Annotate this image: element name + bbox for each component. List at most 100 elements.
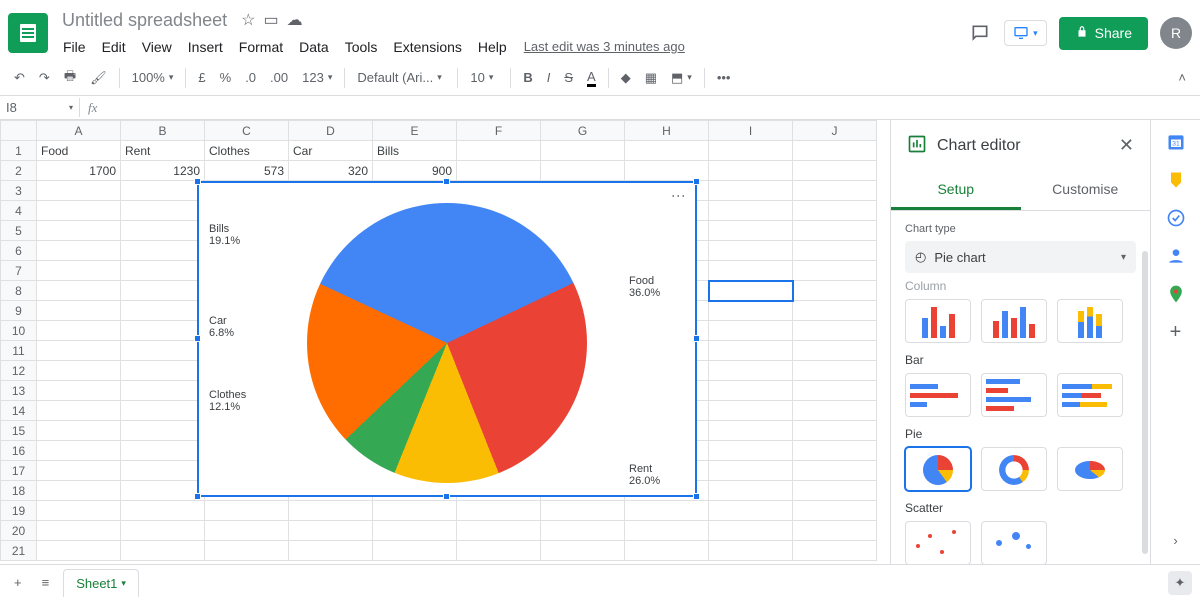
borders-button[interactable]: ▦ [639,66,663,90]
scrollbar[interactable] [1142,251,1148,554]
contacts-icon[interactable] [1166,246,1186,266]
text-color-button[interactable]: A [581,65,602,91]
tab-setup[interactable]: Setup [891,171,1021,210]
star-icon[interactable]: ☆ [241,10,255,30]
menu-file[interactable]: File [56,35,93,59]
redo-button[interactable]: ↷ [33,66,56,90]
sidebar-tabs: Setup Customise [891,171,1150,211]
doc-title[interactable]: Untitled spreadsheet [56,8,233,33]
pie-label-bills: Bills19.1% [209,223,240,247]
thumb-column-3[interactable] [1057,299,1123,343]
share-button[interactable]: Share [1059,17,1148,50]
bold-button[interactable]: B [517,66,538,89]
sheets-logo[interactable] [8,13,48,53]
thumb-scatter-1[interactable] [905,521,971,564]
add-icon[interactable]: + [1166,322,1186,342]
separator [704,68,705,88]
zoom-select[interactable]: 100% [126,66,180,89]
menu-insert[interactable]: Insert [181,35,230,59]
undo-button[interactable]: ↶ [8,66,31,90]
menu-extensions[interactable]: Extensions [386,35,468,59]
present-button[interactable]: ▾ [1004,20,1047,46]
name-box[interactable]: I8 [0,98,80,117]
sidebar-title: Chart editor [937,137,1109,155]
sheet-tab-1-label: Sheet1 [76,576,117,591]
tasks-icon[interactable] [1166,208,1186,228]
thumb-column-1[interactable] [905,299,971,343]
sheet-tab-1[interactable]: Sheet1 ▾ [63,569,139,597]
chart-type-value: Pie chart [934,250,985,265]
more-button[interactable]: ••• [711,66,737,89]
category-bar-label: Bar [905,353,1136,367]
menu-edit[interactable]: Edit [95,35,133,59]
menu-format[interactable]: Format [232,35,290,59]
separator [608,68,609,88]
decrease-decimal-button[interactable]: .0 [239,66,262,89]
thumb-column-2[interactable] [981,299,1047,343]
pie-label-rent: Rent26.0% [629,463,660,487]
explore-button[interactable]: ✦ [1168,571,1192,595]
separator [344,68,345,88]
menu-view[interactable]: View [135,35,179,59]
number-format-select[interactable]: 123 [296,66,338,89]
comment-history-icon[interactable] [968,21,992,45]
right-rail: 31 + › [1150,120,1200,564]
chevron-down-icon: ▾ [121,578,126,589]
increase-decimal-button[interactable]: .00 [264,66,294,89]
pie-label-car: Car6.8% [209,315,234,339]
app-header: Untitled spreadsheet ☆ ▭ ☁ File Edit Vie… [0,0,1200,60]
merge-button[interactable]: ⬒ [665,66,698,90]
tab-customise[interactable]: Customise [1021,171,1151,210]
italic-button[interactable]: I [541,66,557,89]
add-sheet-button[interactable]: + [8,571,28,594]
main-area: ABCDEFGHIJ1FoodRentClothesCarBills217001… [0,120,1200,564]
thumb-pie-1[interactable] [905,447,971,491]
thumb-pie-3d[interactable] [1057,447,1123,491]
fill-color-button[interactable]: ◆ [615,66,637,90]
chevron-down-icon: ▾ [1033,28,1038,39]
avatar[interactable]: R [1160,17,1192,49]
svg-text:31: 31 [1172,140,1180,147]
category-column-label-cut: Column [905,279,1136,293]
move-icon[interactable]: ▭ [263,10,278,30]
separator [457,68,458,88]
collapse-toolbar-icon[interactable]: ˄ [1172,66,1192,89]
category-scatter-label: Scatter [905,501,1136,515]
menu-data[interactable]: Data [292,35,336,59]
embedded-chart[interactable]: ⋮ Food36.0% Rent26.0% Clothes12.1% Car6.8% B… [198,182,696,496]
menu-bar: File Edit View Insert Format Data Tools … [56,35,968,59]
maps-icon[interactable] [1166,284,1186,304]
paint-format-button[interactable]: 🖌 [84,66,113,90]
pie-label-food: Food36.0% [629,275,660,299]
thumb-bar-1[interactable] [905,373,971,417]
print-button[interactable]: 🖶 [58,63,82,93]
thumb-bar-3[interactable] [1057,373,1123,417]
currency-button[interactable]: £ [192,66,211,89]
strike-button[interactable]: S [558,66,579,89]
chart-menu-icon[interactable]: ⋮ [671,189,687,201]
menu-tools[interactable]: Tools [338,35,385,59]
percent-button[interactable]: % [214,66,238,89]
font-select[interactable]: Default (Ari... [351,66,451,89]
close-icon[interactable]: ✕ [1119,135,1134,156]
font-size-select[interactable]: 10 [464,66,504,89]
menu-help[interactable]: Help [471,35,514,59]
pie-label-clothes: Clothes12.1% [209,389,246,413]
calendar-icon[interactable]: 31 [1166,132,1186,152]
all-sheets-button[interactable]: ≡ [36,571,56,594]
pie-small-icon: ◴ [915,249,926,265]
thumb-pie-donut[interactable] [981,447,1047,491]
chart-type-select[interactable]: ◴ Pie chart [905,241,1136,273]
toolbar: ↶ ↷ 🖶 🖌 100% £ % .0 .00 123 Default (Ari… [0,60,1200,96]
keep-icon[interactable] [1166,170,1186,190]
cloud-status-icon[interactable]: ☁ [287,10,303,30]
thumb-scatter-2[interactable] [981,521,1047,564]
hide-rail-icon[interactable]: › [1166,530,1186,550]
last-edit-link[interactable]: Last edit was 3 minutes ago [524,39,685,54]
chart-editor-sidebar: Chart editor ✕ Setup Customise Chart typ… [890,120,1150,564]
thumb-bar-2[interactable] [981,373,1047,417]
header-right: ▾ Share R [968,17,1192,50]
formula-input[interactable] [105,106,1200,110]
separator [510,68,511,88]
chart-type-label: Chart type [905,223,1136,235]
